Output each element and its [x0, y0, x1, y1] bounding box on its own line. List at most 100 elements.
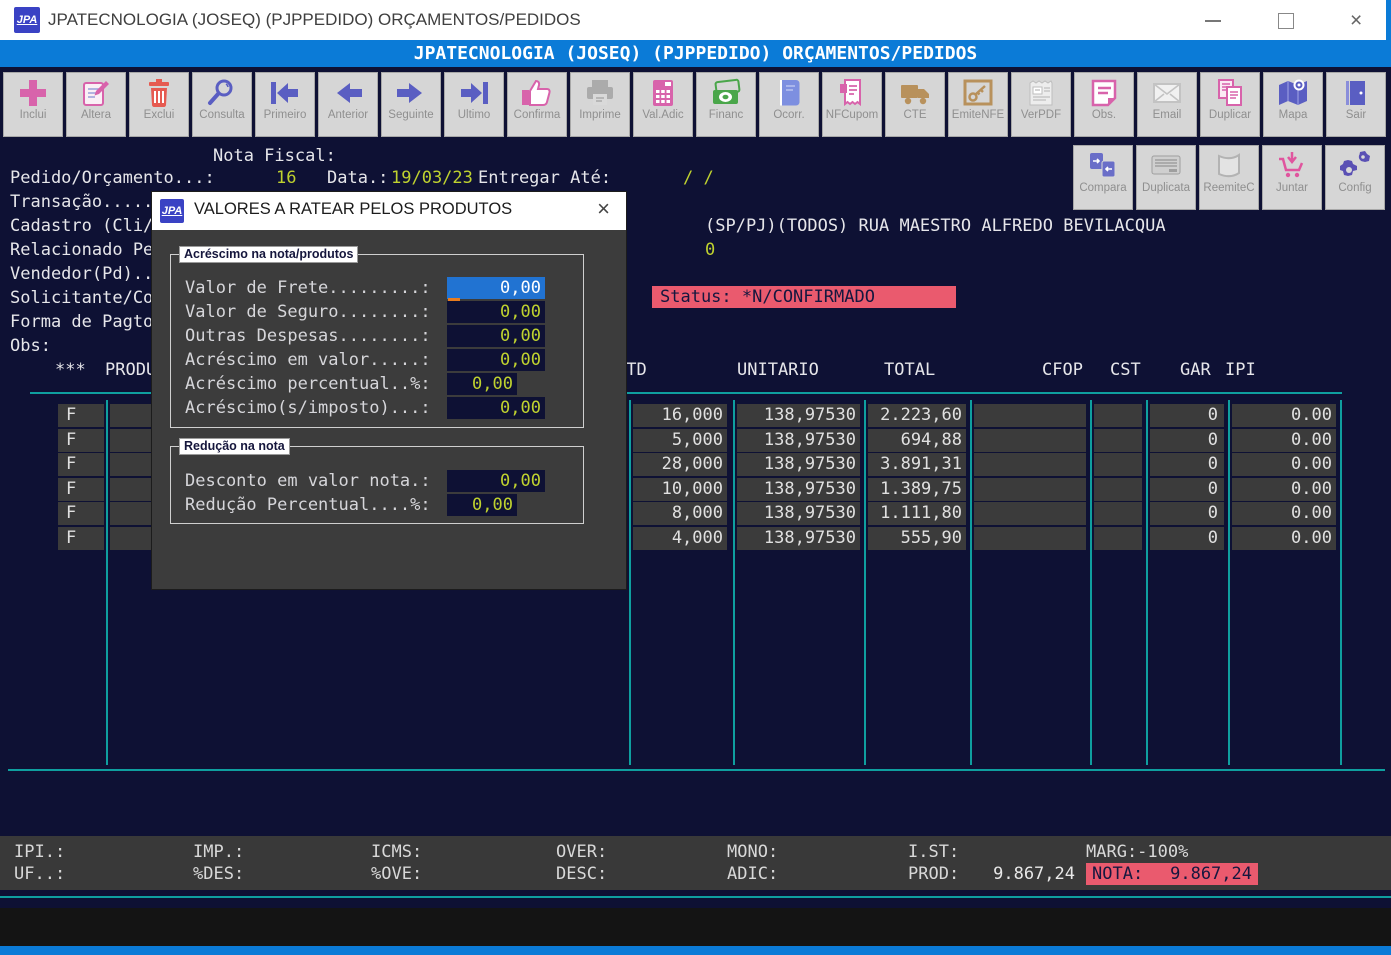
seguinte-button[interactable]: Seguinte [381, 72, 441, 137]
cell-cfop[interactable] [974, 527, 1086, 550]
duplicata-button[interactable]: Duplicata [1136, 145, 1196, 210]
cell-unitario[interactable]: 138,97530 [737, 453, 860, 476]
compara-button[interactable]: Compara [1073, 145, 1133, 210]
cell-gar[interactable]: 0 [1150, 478, 1224, 501]
cell-total[interactable]: 3.891,31 [868, 453, 966, 476]
solicitante-label: Solicitante/Co [10, 288, 153, 309]
dialog-close-icon[interactable]: × [597, 196, 610, 222]
field-input[interactable]: 0,00 [447, 494, 517, 516]
cell-cfop[interactable] [974, 404, 1086, 427]
cell-f[interactable]: F [58, 429, 104, 452]
config-button[interactable]: Config [1325, 145, 1385, 210]
exclui-button[interactable]: Exclui [129, 72, 189, 137]
field-input[interactable]: 0,00 [447, 301, 545, 323]
obs-button[interactable]: Obs. [1074, 72, 1134, 137]
cte-button[interactable]: CTE [885, 72, 945, 137]
cell-gar[interactable]: 0 [1150, 502, 1224, 525]
ocorr-button[interactable]: Ocorr. [759, 72, 819, 137]
status-badge: Status: *N/CONFIRMADO [652, 286, 956, 308]
cell-cst[interactable] [1094, 404, 1142, 427]
consulta-button[interactable]: Consulta [192, 72, 252, 137]
cell-qtd[interactable]: 28,000 [633, 453, 727, 476]
imprime-button[interactable]: Imprime [570, 72, 630, 137]
cell-cst[interactable] [1094, 429, 1142, 452]
email-button[interactable]: Email [1137, 72, 1197, 137]
cell-ipi[interactable]: 0.00 [1232, 429, 1336, 452]
cell-f[interactable]: F [58, 478, 104, 501]
field-input[interactable]: 0,00 [447, 325, 545, 347]
emitenfe-button[interactable]: EmiteNFE [948, 72, 1008, 137]
cell-ipi[interactable]: 0.00 [1232, 453, 1336, 476]
cell-gar[interactable]: 0 [1150, 429, 1224, 452]
cell-total[interactable]: 555,90 [868, 527, 966, 550]
field-input[interactable]: 0,00 [447, 349, 545, 371]
cell-cfop[interactable] [974, 453, 1086, 476]
cell-unitario[interactable]: 138,97530 [737, 404, 860, 427]
cell-ipi[interactable]: 0.00 [1232, 527, 1336, 550]
cell-total[interactable]: 1.389,75 [868, 478, 966, 501]
cell-gar[interactable]: 0 [1150, 527, 1224, 550]
field-input[interactable]: 0,00 [447, 470, 545, 492]
cell-cst[interactable] [1094, 502, 1142, 525]
ltimo-button[interactable]: Último [444, 72, 504, 137]
financ-button[interactable]: Financ [696, 72, 756, 137]
cell-cst[interactable] [1094, 453, 1142, 476]
cell-cfop[interactable] [974, 429, 1086, 452]
anterior-button[interactable]: Anterior [318, 72, 378, 137]
primeiro-button[interactable]: Primeiro [255, 72, 315, 137]
nota-total-highlight: NOTA:9.867,24 [1086, 863, 1258, 885]
cell-cst[interactable] [1094, 478, 1142, 501]
cell-qtd[interactable]: 10,000 [633, 478, 727, 501]
duplicar-button[interactable]: Duplicar [1200, 72, 1260, 137]
close-icon[interactable]: × [1350, 9, 1362, 33]
cell-unitario[interactable]: 138,97530 [737, 527, 860, 550]
cell-unitario[interactable]: 138,97530 [737, 478, 860, 501]
reemitec-button[interactable]: ReemiteC [1199, 145, 1259, 210]
cell-ipi[interactable]: 0.00 [1232, 502, 1336, 525]
field-input[interactable]: 0,00 [447, 373, 517, 395]
cell-total[interactable]: 694,88 [868, 429, 966, 452]
data-value[interactable]: 19/03/23 [391, 168, 473, 189]
toolbar-button-label: ReemiteC [1200, 182, 1258, 195]
verpdf-button[interactable]: VerPDF [1011, 72, 1071, 137]
cell-f[interactable]: F [58, 527, 104, 550]
cell-cst[interactable] [1094, 527, 1142, 550]
altera-button[interactable]: Altera [66, 72, 126, 137]
field-input[interactable]: 0,00 [447, 397, 545, 419]
cell-total[interactable]: 1.111,80 [868, 502, 966, 525]
minimize-icon[interactable] [1205, 20, 1221, 22]
cell-qtd[interactable]: 16,000 [633, 404, 727, 427]
cell-f[interactable]: F [58, 453, 104, 476]
cell-f[interactable]: F [58, 404, 104, 427]
inclui-button[interactable]: Inclui [3, 72, 63, 137]
cell-qtd[interactable]: 8,000 [633, 502, 727, 525]
cell-gar[interactable]: 0 [1150, 404, 1224, 427]
pedido-value[interactable]: 16 [276, 168, 296, 189]
window-title: JPATECNOLOGIA (JOSEQ) (PJPPEDIDO) ORÇAME… [48, 10, 581, 30]
field-input[interactable]: 0,00 [447, 277, 545, 299]
cell-ipi[interactable]: 0.00 [1232, 404, 1336, 427]
sair-button[interactable]: Sair [1326, 72, 1386, 137]
cell-unitario[interactable]: 138,97530 [737, 502, 860, 525]
receipt-icon [823, 76, 881, 109]
cell-unitario[interactable]: 138,97530 [737, 429, 860, 452]
cell-total[interactable]: 2.223,60 [868, 404, 966, 427]
cell-qtd[interactable]: 4,000 [633, 527, 727, 550]
nfcupom-button[interactable]: NFCupom [822, 72, 882, 137]
cell-cfop[interactable] [974, 478, 1086, 501]
cell-gar[interactable]: 0 [1150, 453, 1224, 476]
entregar-value[interactable]: / / [683, 168, 714, 189]
cell-qtd[interactable]: 5,000 [633, 429, 727, 452]
cell-ipi[interactable]: 0.00 [1232, 478, 1336, 501]
cell-f[interactable]: F [58, 502, 104, 525]
note-icon [1075, 76, 1133, 109]
confirma-button[interactable]: Confirma [507, 72, 567, 137]
juntar-button[interactable]: Juntar [1262, 145, 1322, 210]
maximize-icon[interactable] [1278, 13, 1294, 29]
cadastro-label: Cadastro (Cli/ [10, 216, 153, 237]
mapa-button[interactable]: Mapa [1263, 72, 1323, 137]
magnifier-icon [193, 76, 251, 109]
val-adic-button[interactable]: Val.Adic [633, 72, 693, 137]
dialog-field-row: Outras Despesas........:0,00 [171, 325, 583, 349]
cell-cfop[interactable] [974, 502, 1086, 525]
